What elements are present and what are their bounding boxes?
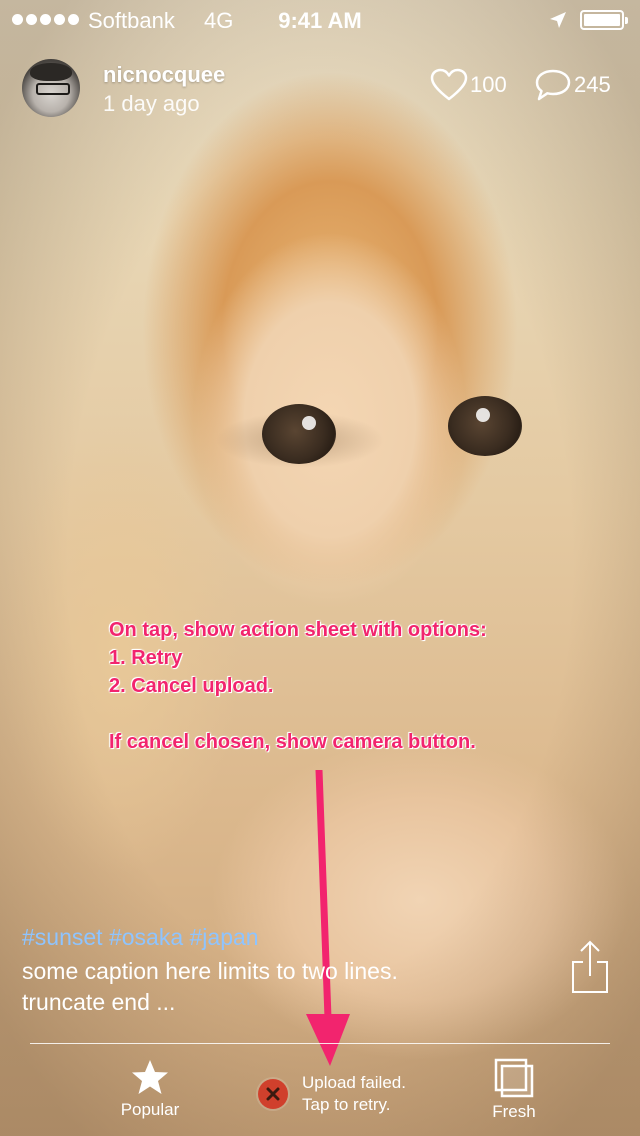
post-hashtags[interactable]: #sunset #osaka #japan [22,924,259,951]
tab-popular[interactable]: Popular [100,1058,200,1120]
battery-full-icon [580,10,628,30]
photo-screen: Softbank 4G 9:41 AM nicnocquee 1 day ago… [0,0,640,1136]
upload-failed-retry[interactable]: Upload failed. Tap to retry. [258,1072,406,1116]
speech-bubble-icon [535,69,571,101]
tab-bar-divider [30,1043,610,1044]
avatar[interactable] [22,59,80,117]
annotation-line: If cancel chosen, show camera button. [109,731,476,753]
annotation-line: 1. Retry [109,647,183,669]
stacked-squares-icon [494,1058,534,1098]
tab-fresh-label: Fresh [492,1102,536,1121]
username[interactable]: nicnocquee [103,62,225,88]
tab-fresh[interactable]: Fresh [464,1058,564,1122]
annotation-note: On tap, show action sheet with options: … [109,616,609,756]
heart-icon [430,68,468,101]
photo-eye-left [262,404,336,464]
caption-line: truncate end ... [22,989,176,1015]
share-icon[interactable] [570,940,610,994]
status-bar: Softbank 4G 9:41 AM [0,0,640,40]
comment-count: 245 [574,72,611,97]
like-count: 100 [470,72,507,97]
annotation-line: On tap, show action sheet with options: [109,619,487,641]
location-arrow-icon [550,12,566,28]
annotation-arrow-icon [306,770,350,1066]
error-x-icon [258,1079,288,1109]
tab-popular-label: Popular [120,1100,180,1119]
post-time-ago: 1 day ago [103,91,200,116]
post-caption: some caption here limits to two lines. t… [22,956,492,1018]
annotation-line: 2. Cancel upload. [109,675,274,697]
upload-status-line: Upload failed. [302,1073,406,1092]
comment-button[interactable]: 245 [534,68,611,102]
photo-eye-right [448,396,522,456]
status-time: 9:41 AM [278,8,362,33]
like-button[interactable]: 100 [430,68,507,102]
star-icon [132,1060,168,1094]
upload-status-line: Tap to retry. [302,1095,391,1114]
upload-status-text: Upload failed. Tap to retry. [302,1072,406,1116]
caption-line: some caption here limits to two lines. [22,958,398,984]
